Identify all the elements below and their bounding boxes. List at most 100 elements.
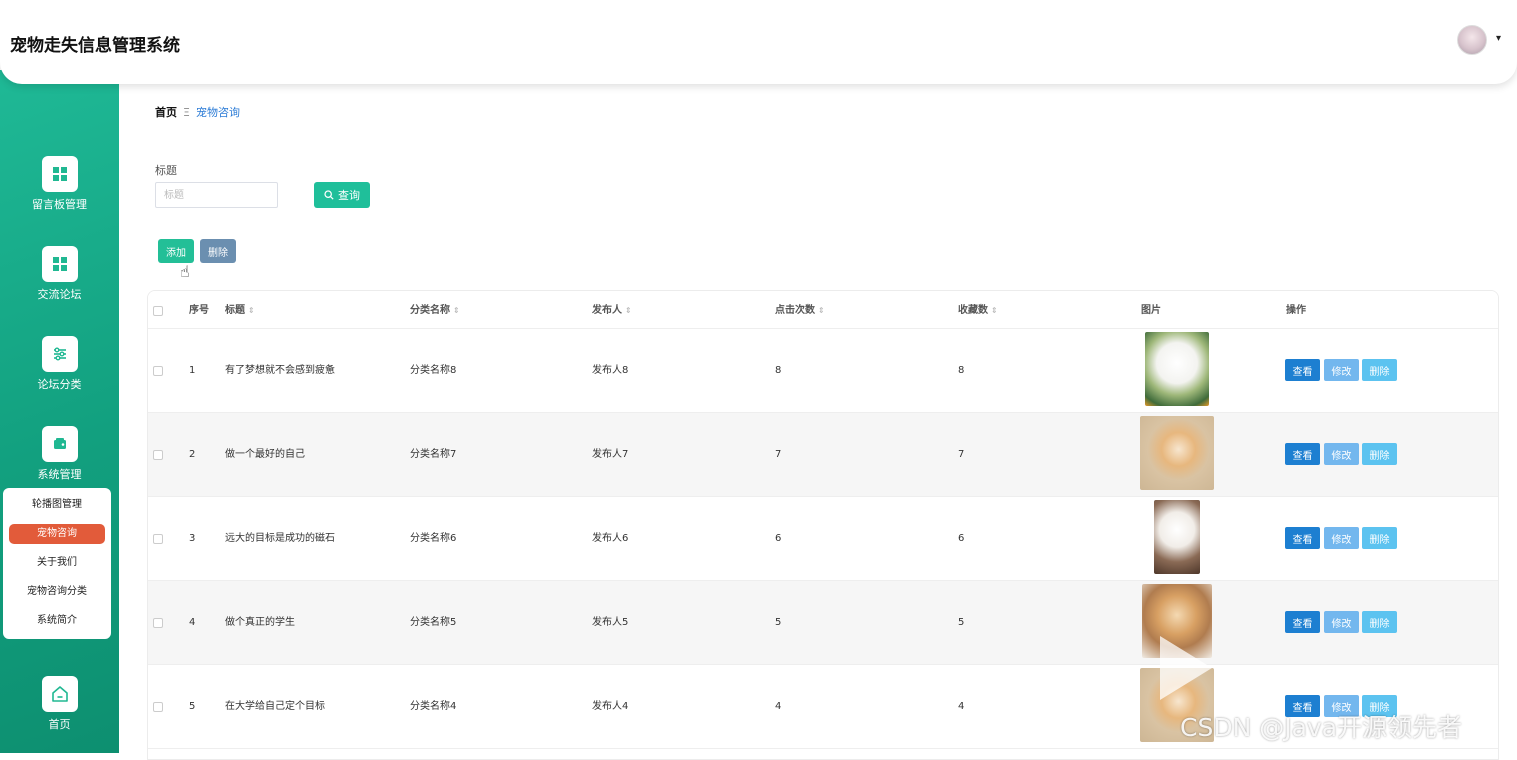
cell-publisher: 发布人6 — [592, 533, 629, 544]
cell-publisher: 发布人4 — [592, 701, 629, 712]
grid-icon — [41, 246, 78, 282]
sliders-icon — [41, 336, 78, 372]
app-title: 宠物走失信息管理系统 — [10, 36, 180, 56]
sidebar-item-label: 交流论坛 — [37, 288, 82, 301]
sort-icon: ⇕ — [248, 306, 255, 315]
table-header: 序号 标题 ⇕ 分类名称 ⇕ 发布人 ⇕ 点击次数 ⇕ 收藏数 ⇕ 图片 操作 — [148, 291, 1498, 329]
sidebar-item-message-board[interactable]: 留言板管理 — [0, 156, 119, 212]
cell-favorites: 7 — [958, 449, 965, 460]
caret-down-icon[interactable]: ▾ — [1496, 33, 1501, 44]
delete-button[interactable]: 删除 — [1362, 443, 1397, 465]
search-button[interactable]: 查询 — [314, 182, 370, 208]
delete-button[interactable]: 删除 — [1362, 527, 1397, 549]
row-checkbox[interactable] — [153, 618, 163, 628]
submenu-item-about-us[interactable]: 关于我们 — [9, 553, 105, 573]
delete-button[interactable]: 删除 — [1362, 611, 1397, 633]
search-icon — [324, 190, 334, 200]
top-header: 宠物走失信息管理系统 ▾ — [0, 0, 1517, 84]
cell-publisher: 发布人5 — [592, 617, 629, 628]
pet-image — [1145, 332, 1209, 406]
cell-title: 在大学给自己定个目标 — [225, 701, 325, 712]
select-all-checkbox[interactable] — [153, 306, 163, 316]
data-table: 序号 标题 ⇕ 分类名称 ⇕ 发布人 ⇕ 点击次数 ⇕ 收藏数 ⇕ 图片 操作 1 有了梦… — [147, 290, 1499, 760]
col-favorites[interactable]: 收藏数 ⇕ — [958, 291, 998, 329]
sidebar-item-label: 系统管理 — [37, 468, 82, 481]
pet-image — [1140, 416, 1214, 490]
sidebar: 留言板管理 交流论坛 论坛分类 系统管理 首页 — [0, 70, 119, 753]
cell-category: 分类名称6 — [410, 533, 457, 544]
home-icon — [41, 676, 78, 712]
title-filter-label: 标题 — [155, 164, 177, 177]
view-button[interactable]: 查看 — [1285, 611, 1320, 633]
breadcrumb-separator: Ξ — [183, 106, 190, 119]
cell-title: 做一个最好的自己 — [225, 449, 305, 460]
wallet-icon — [41, 426, 78, 462]
view-button[interactable]: 查看 — [1285, 527, 1320, 549]
cell-clicks: 5 — [775, 617, 782, 628]
row-checkbox[interactable] — [153, 450, 163, 460]
system-management-submenu: 轮播图管理 宠物咨询 关于我们 宠物咨询分类 系统简介 — [3, 488, 111, 639]
sidebar-item-home[interactable]: 首页 — [0, 676, 119, 732]
cell-title: 有了梦想就不会感到疲惫 — [225, 365, 335, 376]
search-button-label: 查询 — [338, 189, 360, 202]
sort-icon: ⇕ — [818, 306, 825, 315]
cell-clicks: 6 — [775, 533, 782, 544]
sidebar-item-system-management[interactable]: 系统管理 — [0, 426, 119, 482]
col-publisher[interactable]: 发布人 ⇕ — [592, 291, 632, 329]
breadcrumb-home[interactable]: 首页 — [155, 106, 177, 119]
csdn-watermark: CSDN @Java开源领先者 — [1180, 713, 1463, 742]
cell-title: 做个真正的学生 — [225, 617, 295, 628]
submenu-item-system-intro[interactable]: 系统简介 — [9, 611, 105, 631]
sort-icon: ⇕ — [453, 306, 460, 315]
sidebar-item-forum[interactable]: 交流论坛 — [0, 246, 119, 302]
cell-favorites: 5 — [958, 617, 965, 628]
col-image: 图片 — [1141, 305, 1161, 316]
cell-clicks: 7 — [775, 449, 782, 460]
edit-button[interactable]: 修改 — [1324, 443, 1359, 465]
cell-index: 3 — [189, 533, 196, 544]
col-index: 序号 — [189, 305, 209, 316]
play-overlay-icon — [1160, 636, 1212, 700]
cell-category: 分类名称5 — [410, 617, 457, 628]
pet-image — [1154, 500, 1200, 574]
row-checkbox[interactable] — [153, 534, 163, 544]
cell-index: 2 — [189, 449, 196, 460]
edit-button[interactable]: 修改 — [1324, 527, 1359, 549]
edit-button[interactable]: 修改 — [1324, 611, 1359, 633]
sidebar-item-label: 留言板管理 — [32, 198, 87, 211]
user-avatar[interactable] — [1457, 25, 1487, 55]
add-button[interactable]: 添加 — [158, 239, 194, 263]
cell-publisher: 发布人7 — [592, 449, 629, 460]
cell-title: 远大的目标是成功的磁石 — [225, 533, 335, 544]
view-button[interactable]: 查看 — [1285, 359, 1320, 381]
sidebar-item-label: 首页 — [48, 718, 71, 731]
sort-icon: ⇕ — [625, 306, 632, 315]
breadcrumb: 首页 Ξ 宠物咨询 — [155, 104, 240, 120]
table-row: 4 做个真正的学生 分类名称5 发布人5 5 5 查看 修改 删除 — [148, 581, 1498, 665]
cell-clicks: 8 — [775, 365, 782, 376]
cell-index: 5 — [189, 701, 196, 712]
grid-icon — [41, 156, 78, 192]
title-search-input[interactable] — [155, 182, 278, 208]
edit-button[interactable]: 修改 — [1324, 359, 1359, 381]
batch-delete-button[interactable]: 删除 — [200, 239, 236, 263]
row-checkbox[interactable] — [153, 702, 163, 712]
cell-category: 分类名称7 — [410, 449, 457, 460]
col-clicks[interactable]: 点击次数 ⇕ — [775, 291, 825, 329]
submenu-item-consult-category[interactable]: 宠物咨询分类 — [9, 582, 105, 602]
sidebar-item-forum-category[interactable]: 论坛分类 — [0, 336, 119, 392]
delete-button[interactable]: 删除 — [1362, 359, 1397, 381]
col-category[interactable]: 分类名称 ⇕ — [410, 291, 460, 329]
cell-category: 分类名称4 — [410, 701, 457, 712]
submenu-item-pet-consult[interactable]: 宠物咨询 — [9, 524, 105, 544]
row-checkbox[interactable] — [153, 366, 163, 376]
table-row: 1 有了梦想就不会感到疲惫 分类名称8 发布人8 8 8 查看 修改 删除 — [148, 329, 1498, 413]
sort-icon: ⇕ — [991, 306, 998, 315]
sidebar-item-label: 论坛分类 — [37, 378, 82, 391]
cell-publisher: 发布人8 — [592, 365, 629, 376]
submenu-item-carousel[interactable]: 轮播图管理 — [9, 495, 105, 515]
cell-favorites: 8 — [958, 365, 965, 376]
col-title[interactable]: 标题 ⇕ — [225, 291, 255, 329]
cell-index: 1 — [189, 365, 196, 376]
view-button[interactable]: 查看 — [1285, 443, 1320, 465]
